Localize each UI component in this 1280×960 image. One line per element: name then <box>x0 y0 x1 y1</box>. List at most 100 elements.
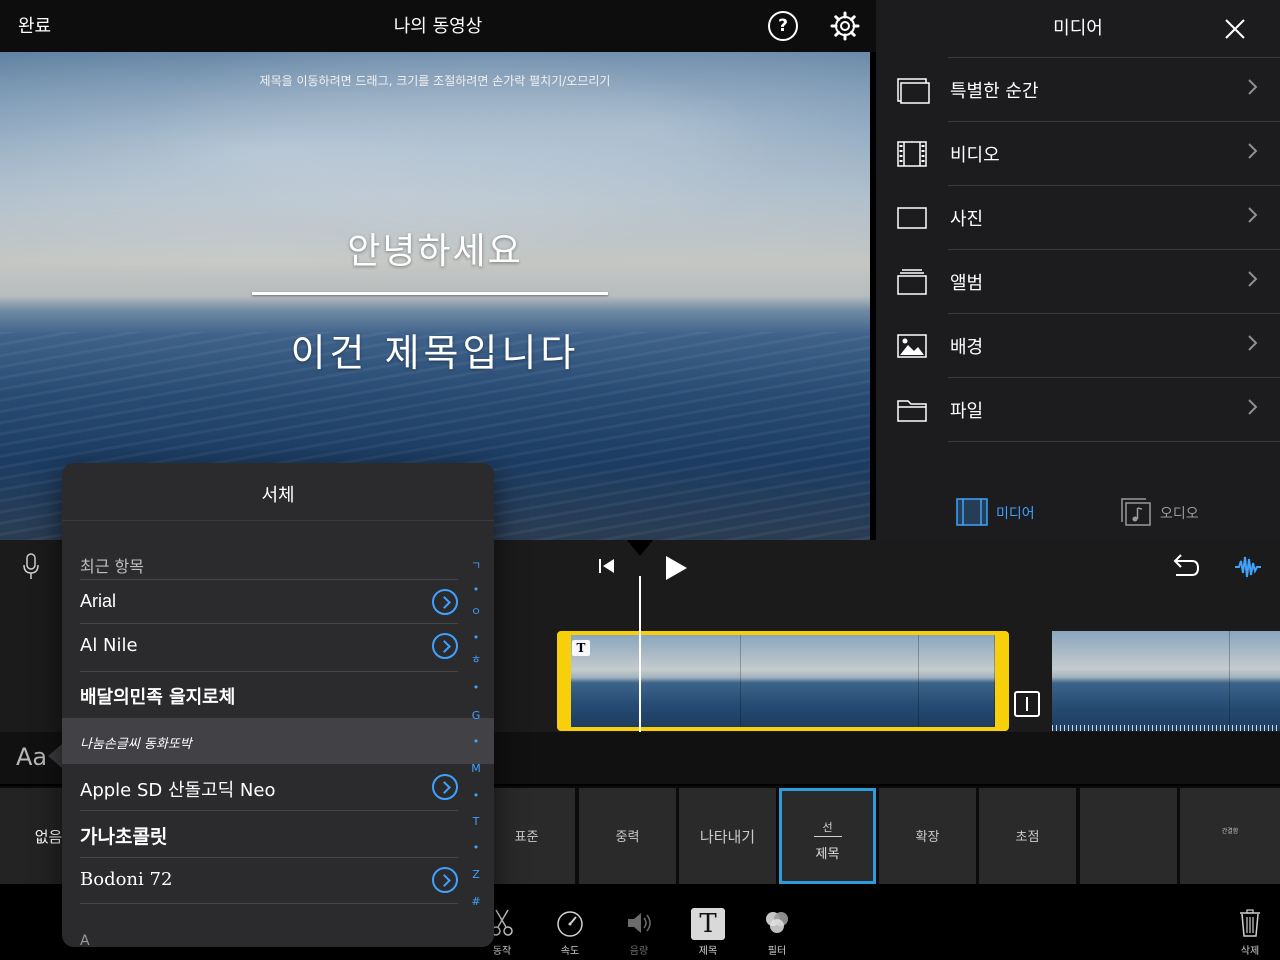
media-item-photos[interactable]: 사진 <box>876 185 1280 249</box>
landscape-icon <box>897 334 927 358</box>
title-style-minimal[interactable]: 간결함 <box>1180 788 1280 884</box>
index-dot[interactable]: • <box>466 735 486 748</box>
font-row-nanum-handwriting[interactable]: 나눔손글씨 동화또박 <box>62 718 494 764</box>
font-row-bodoni[interactable]: Bodoni 72 <box>62 857 494 903</box>
index-letter[interactable]: ㅇ <box>466 603 486 619</box>
title-text-line2[interactable]: 이건 제목입니다 <box>0 322 870 377</box>
tool-filters[interactable]: 필터 <box>749 908 805 960</box>
font-row-ghana-chocolate[interactable]: 가나초콜릿 <box>62 810 494 856</box>
video-clip[interactable] <box>1052 631 1280 731</box>
trash-icon <box>1240 909 1260 937</box>
title-badge-icon: T <box>572 640 590 656</box>
tab-media-label: 미디어 <box>996 506 1035 522</box>
playhead <box>639 576 641 732</box>
font-row-apple-sd-gothic[interactable]: Apple SD 산돌고딕 Neo <box>62 764 494 810</box>
tool-titles[interactable]: T 제목 <box>680 908 736 960</box>
font-info-chevron-icon[interactable] <box>432 633 458 659</box>
close-icon[interactable] <box>1224 18 1246 40</box>
title-style-label: 간결함 <box>1221 828 1239 835</box>
tool-label: 속도 <box>560 946 580 957</box>
font-info-chevron-icon[interactable] <box>432 589 458 615</box>
recent-section-header: 최근 항목 <box>80 557 144 576</box>
index-dot[interactable]: • <box>466 583 486 596</box>
popover-title: 서체 <box>261 485 295 506</box>
title-style-label: 초점 <box>1015 830 1040 845</box>
font-button[interactable]: Aa <box>16 743 47 771</box>
media-item-label: 배경 <box>950 337 984 358</box>
title-style-sublabel: 제목 <box>815 847 840 862</box>
title-t-icon: T <box>691 908 725 940</box>
font-row-al-nile[interactable]: Al Nile <box>62 623 494 669</box>
photo-frame-icon <box>897 207 927 229</box>
font-info-chevron-icon[interactable] <box>432 774 458 800</box>
title-style-line[interactable]: 선 제목 <box>779 788 876 884</box>
question-circle-icon[interactable]: ? <box>768 11 798 41</box>
album-icon <box>897 269 927 295</box>
gear-icon[interactable] <box>830 11 860 41</box>
clip-thumbnail <box>741 635 919 727</box>
title-style-focus[interactable]: 초점 <box>979 788 1076 884</box>
clip-thumbnail <box>1052 631 1230 731</box>
popover-arrow <box>48 744 62 768</box>
media-item-label: 특별한 순간 <box>950 81 1039 102</box>
index-letter[interactable]: ㄱ <box>466 557 486 573</box>
title-style-label: 나타내기 <box>699 828 756 846</box>
title-text-line1[interactable]: 안녕하세요 <box>0 222 870 274</box>
title-style-blank[interactable] <box>1080 788 1177 884</box>
undo-icon[interactable] <box>1170 553 1200 579</box>
top-bar: 완료 나의 동영상 ? <box>0 0 876 52</box>
index-letter[interactable]: G <box>466 709 486 722</box>
tool-label: 필터 <box>767 946 787 957</box>
tab-audio[interactable]: 오디오 <box>1120 496 1210 530</box>
index-dot[interactable]: • <box>466 631 486 644</box>
media-panel-title: 미디어 <box>1053 18 1103 39</box>
font-info-chevron-icon[interactable] <box>432 867 458 893</box>
moments-icon <box>897 78 930 104</box>
index-letter[interactable]: M <box>466 762 486 775</box>
media-item-video[interactable]: 비디오 <box>876 121 1280 185</box>
font-row-arial[interactable]: Arial <box>62 579 494 625</box>
chevron-right-icon <box>1248 79 1258 95</box>
section-header-partial: A <box>80 933 90 947</box>
font-name: 나눔손글씨 동화또박 <box>80 737 192 752</box>
font-row-euljiro[interactable]: 배달의민족 을지로체 <box>62 671 494 717</box>
title-style-line-rule <box>814 836 842 837</box>
index-letter[interactable]: # <box>466 895 486 908</box>
index-letter[interactable]: ㅎ <box>466 651 486 667</box>
speaker-icon <box>628 913 651 933</box>
title-style-label: 선 <box>822 821 833 834</box>
section-index-bar[interactable]: ㄱ • ㅇ • ㅎ • G • M • T • Z # <box>466 557 486 917</box>
title-style-label: 확장 <box>915 830 940 845</box>
delete-button[interactable]: 삭제 <box>1222 908 1278 960</box>
chevron-right-icon <box>1248 399 1258 415</box>
title-style-reveal[interactable]: 나타내기 <box>679 788 776 884</box>
transition-icon[interactable] <box>1014 691 1040 717</box>
index-dot[interactable]: • <box>466 681 486 694</box>
index-dot[interactable]: • <box>466 841 486 854</box>
tab-media[interactable]: 미디어 <box>956 496 1046 530</box>
title-style-gravity[interactable]: 중력 <box>579 788 676 884</box>
project-title: 나의 동영상 <box>393 16 483 37</box>
media-item-files[interactable]: 파일 <box>876 377 1280 441</box>
play-icon[interactable] <box>664 555 688 581</box>
list-separator <box>62 903 494 905</box>
viewer-hint: 제목을 이동하려면 드래그, 크기를 조절하려면 손가락 펼치기/오므리기 <box>259 74 611 88</box>
media-item-label: 앨범 <box>950 273 984 294</box>
font-name: Apple SD 산돌고딕 Neo <box>80 780 276 801</box>
skip-to-start-icon[interactable] <box>598 557 616 575</box>
index-dot[interactable]: • <box>466 789 486 802</box>
tool-volume[interactable]: 음량 <box>611 908 667 960</box>
title-style-label: 중력 <box>615 830 640 845</box>
media-item-label: 사진 <box>950 209 984 230</box>
video-clip-selected[interactable] <box>557 631 1009 731</box>
audio-track-strip <box>1052 725 1280 731</box>
media-item-moments[interactable]: 특별한 순간 <box>876 57 1280 121</box>
title-style-expand[interactable]: 확장 <box>879 788 976 884</box>
index-letter[interactable]: T <box>466 815 486 828</box>
audio-waveform-icon[interactable] <box>1234 553 1262 581</box>
tool-speed[interactable]: 속도 <box>542 908 598 960</box>
microphone-icon[interactable] <box>22 553 40 581</box>
media-item-backgrounds[interactable]: 배경 <box>876 313 1280 377</box>
index-letter[interactable]: Z <box>466 868 486 881</box>
media-item-albums[interactable]: 앨범 <box>876 249 1280 313</box>
